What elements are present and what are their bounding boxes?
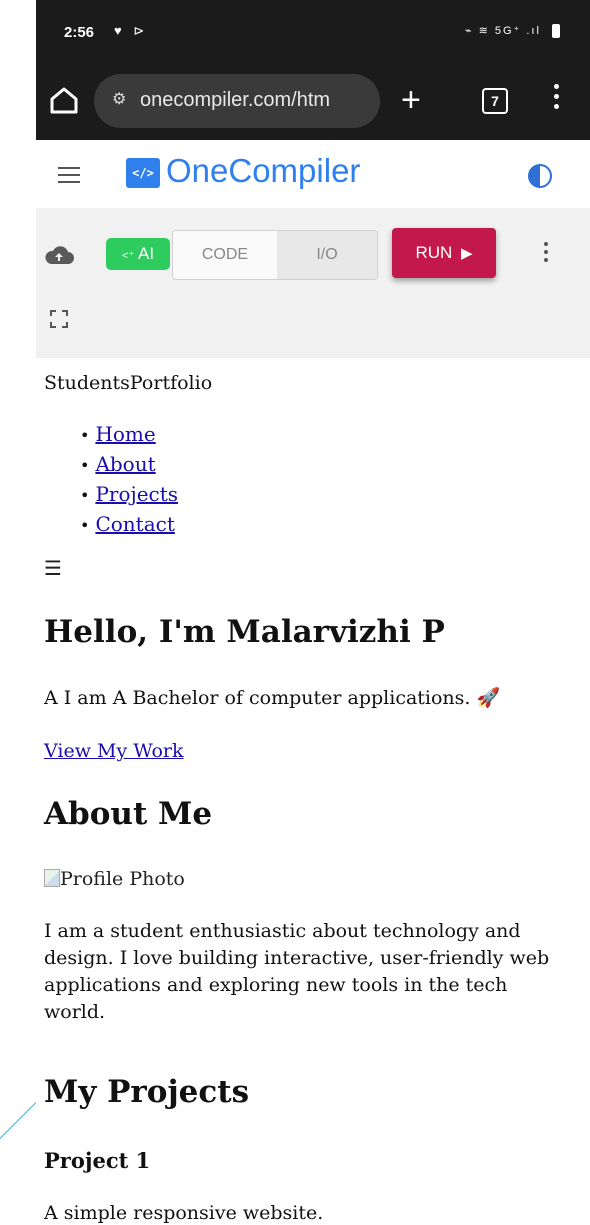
about-title: About Me (44, 796, 213, 832)
nav-link-contact[interactable]: Contact (95, 512, 174, 536)
tab-io[interactable]: I/O (277, 231, 377, 279)
notification-icons: ♥ ⊳ (114, 23, 149, 38)
editor-menu-icon[interactable] (544, 242, 550, 266)
editor-toolbar: <⁺ AI CODE I/O RUN ▶ (36, 208, 590, 358)
fullscreen-icon[interactable] (48, 308, 70, 330)
run-button[interactable]: RUN ▶ (392, 228, 496, 278)
cloud-upload-icon[interactable] (44, 244, 74, 266)
hero-title: Hello, I'm Malarvizhi P (44, 614, 445, 650)
ai-prefix: <⁺ (121, 250, 135, 262)
site-brand: StudentsPortfolio (44, 372, 213, 394)
new-tab-icon[interactable]: + (401, 76, 421, 124)
onecompiler-logo-icon[interactable]: </> (126, 158, 160, 188)
onecompiler-logo-text[interactable]: OneCompiler (166, 152, 360, 190)
address-bar[interactable]: ⚙ onecompiler.com/htm (94, 74, 380, 128)
hamburger-menu-icon[interactable] (58, 167, 80, 188)
projects-title: My Projects (44, 1074, 250, 1110)
battery-icon (552, 24, 560, 39)
run-label: RUN (415, 243, 453, 262)
about-text: I am a student enthusiastic about techno… (44, 920, 550, 1023)
nav-item-home: Home (80, 420, 178, 450)
profile-photo-alt: Profile Photo (60, 868, 185, 890)
tab-code[interactable]: CODE (173, 231, 277, 279)
slide-accent-line-bottom (0, 1098, 40, 1149)
view-work-link[interactable]: View My Work (44, 740, 184, 762)
tab-switcher-icon[interactable]: 7 (482, 88, 508, 114)
nav-link-projects[interactable]: Projects (95, 482, 178, 506)
nav-item-contact: Contact (80, 510, 178, 540)
hero-text: A I am A Bachelor of computer applicatio… (44, 687, 501, 709)
ai-label: AI (137, 244, 155, 263)
app-header: </> OneCompiler (36, 140, 590, 209)
site-nav: Home About Projects Contact (80, 420, 178, 540)
nav-item-about: About (80, 450, 178, 480)
status-bar: 2:56 ♥ ⊳ ⌁ ≋ 5G⁺ .ıl (36, 0, 590, 62)
signal-icons: ⌁ ≋ 5G⁺ .ıl (464, 24, 560, 39)
ai-button[interactable]: <⁺ AI (106, 238, 170, 270)
signal-text: ⌁ ≋ 5G⁺ .ıl (464, 25, 541, 37)
home-icon[interactable] (46, 82, 82, 118)
code-io-switch: CODE I/O (172, 230, 378, 280)
html-preview: StudentsPortfolio Home About Projects Co… (36, 358, 590, 1225)
site-settings-icon[interactable]: ⚙ (112, 89, 126, 109)
browser-menu-icon[interactable] (554, 84, 560, 114)
project-description: A simple responsive website. (44, 1202, 324, 1224)
nav-link-about[interactable]: About (95, 452, 155, 476)
theme-toggle-icon[interactable] (528, 164, 552, 188)
browser-toolbar: ⚙ onecompiler.com/htm + 7 (36, 62, 590, 140)
project-title: Project 1 (44, 1148, 151, 1173)
profile-photo: Profile Photo (44, 868, 185, 890)
play-icon: ▶ (461, 245, 473, 262)
status-time: 2:56 (64, 24, 95, 41)
broken-image-icon (44, 869, 60, 887)
nav-item-projects: Projects (80, 480, 178, 510)
nav-link-home[interactable]: Home (95, 422, 155, 446)
phone-screen: 2:56 ♥ ⊳ ⌁ ≋ 5G⁺ .ıl ⚙ onecompiler.com/h… (36, 0, 590, 1225)
url-text: onecompiler.com/htm (140, 89, 331, 111)
menu-toggle-icon[interactable]: ☰ (44, 556, 62, 580)
